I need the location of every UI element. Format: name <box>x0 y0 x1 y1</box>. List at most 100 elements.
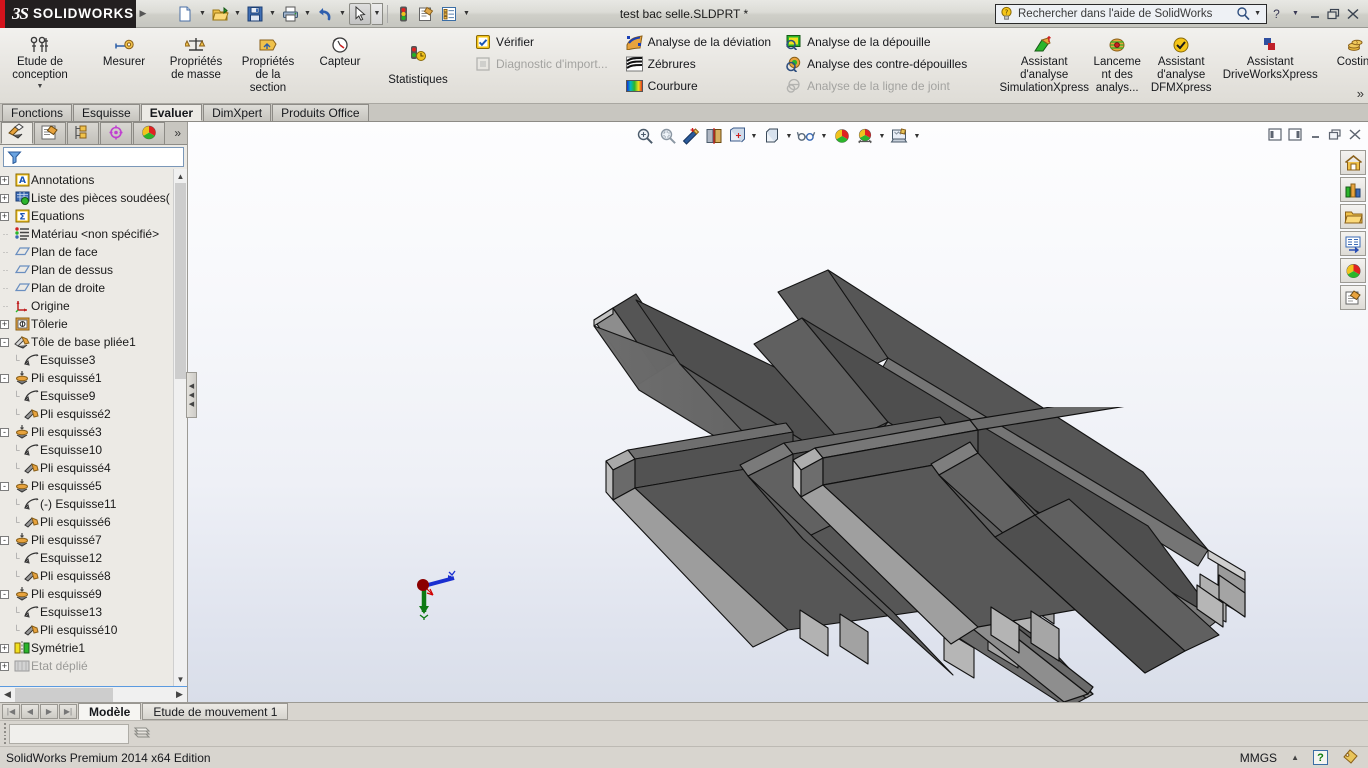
tree-collapse-button[interactable]: - <box>0 481 9 491</box>
help-search-box[interactable]: ? Rechercher dans l'aide de SolidWorks ▼ <box>995 3 1267 24</box>
scroll-down-arrow-icon[interactable]: ▼ <box>174 672 187 686</box>
tree-collapse-button[interactable]: - <box>0 427 9 437</box>
tab-modele[interactable]: Modèle <box>78 703 142 720</box>
save-document-button[interactable] <box>244 3 266 25</box>
zebra-stripes-button[interactable]: Zébrures <box>622 54 775 74</box>
open-document-dropdown[interactable]: ▼ <box>232 3 243 25</box>
panel-splitter-handle[interactable]: ◀ ◀ ◀ <box>186 372 197 418</box>
configuration-select[interactable] <box>9 723 129 744</box>
undo-dropdown[interactable]: ▼ <box>337 3 348 25</box>
minimize-window-button[interactable] <box>1305 4 1324 24</box>
rebuild-button[interactable] <box>392 3 414 25</box>
tree-collapse-button[interactable]: - <box>0 535 9 545</box>
tree-item[interactable]: └ Pli esquissé10 <box>0 621 187 639</box>
tree-item[interactable]: └ Pli esquissé8 <box>0 567 187 585</box>
bac-selle-model[interactable] <box>773 407 1263 702</box>
appearances-scenes-button[interactable] <box>1340 258 1366 283</box>
undercut-analysis-button[interactable]: Analyse des contre-dépouilles <box>781 54 971 74</box>
tree-expand-button[interactable]: + <box>0 319 9 329</box>
sidebar-item-feature-tree[interactable] <box>1 122 33 144</box>
tree-collapse-button[interactable]: - <box>0 373 9 383</box>
tree-item[interactable]: └ Pli esquissé2 <box>0 405 187 423</box>
chevron-down-icon[interactable]: ▼ <box>37 83 44 90</box>
tree-collapse-button[interactable]: - <box>0 337 9 347</box>
tree-item[interactable]: ·· Plan de face <box>0 243 187 261</box>
tree-item[interactable]: └ Pli esquissé6 <box>0 513 187 531</box>
first-tab-button[interactable]: |◀ <box>2 704 20 719</box>
tree-item[interactable]: ·· Matériau <non spécifié> <box>0 225 187 243</box>
dfmxpress-button[interactable]: Assistant d'analyse DFMXpress <box>1147 30 1215 95</box>
tree-horizontal-scrollbar[interactable]: ◀ ▶ <box>0 686 187 702</box>
sidebar-item-configuration-manager[interactable] <box>67 122 99 144</box>
design-library-button[interactable] <box>1340 177 1366 202</box>
tree-item[interactable]: └ Esquisse10 <box>0 441 187 459</box>
tree-item[interactable]: - Pli esquissé9 <box>0 585 187 603</box>
tree-expand-button[interactable]: + <box>0 193 9 203</box>
units-indicator[interactable]: MMGS <box>1240 751 1277 765</box>
restore-window-button[interactable] <box>1324 4 1343 24</box>
tree-expand-button[interactable]: + <box>0 211 9 221</box>
tree-item[interactable]: - Pli esquissé7 <box>0 531 187 549</box>
resources-home-button[interactable] <box>1340 150 1366 175</box>
tree-item[interactable]: - Pli esquissé5 <box>0 477 187 495</box>
graphics-area[interactable]: ▼ ▼ ▼ ▼ ▼ <box>188 122 1368 702</box>
tab-dimxpert[interactable]: DimXpert <box>203 104 272 121</box>
menu-expand-arrow-icon[interactable]: ▶ <box>136 8 150 19</box>
verify-button[interactable]: Vérifier <box>470 32 612 52</box>
draft-analysis-button[interactable]: Analyse de la dépouille <box>781 32 971 52</box>
scroll-right-arrow-icon[interactable]: ▶ <box>172 689 187 700</box>
copy-stack-icon[interactable] <box>133 724 151 744</box>
tree-item[interactable]: + Symétrie1 <box>0 639 187 657</box>
run-analysis-button[interactable]: Lanceme nt des analys... <box>1087 30 1147 95</box>
sensor-button[interactable]: Capteur <box>304 30 376 69</box>
save-document-dropdown[interactable]: ▼ <box>267 3 278 25</box>
section-properties-button[interactable]: Propriétés de la section <box>232 30 304 95</box>
close-window-button[interactable] <box>1343 4 1362 24</box>
tree-item[interactable]: - Pli esquissé1 <box>0 369 187 387</box>
curvature-button[interactable]: Courbure <box>622 76 775 96</box>
tree-collapse-button[interactable]: - <box>0 589 9 599</box>
tree-item[interactable]: + A Annotations <box>0 171 187 189</box>
hscroll-thumb[interactable] <box>15 687 113 702</box>
mass-properties-button[interactable]: Propriétés de masse <box>160 30 232 82</box>
tree-item[interactable]: + Liste des pièces soudées( <box>0 189 187 207</box>
tree-item[interactable]: └ Pli esquissé4 <box>0 459 187 477</box>
tree-vertical-scrollbar[interactable]: ▲ ▼ <box>173 169 187 686</box>
undo-button[interactable] <box>314 3 336 25</box>
driveworksxpress-button[interactable]: Assistant DriveWorksXpress <box>1215 30 1325 82</box>
tag-icon[interactable] <box>1342 748 1358 767</box>
next-tab-button[interactable]: ▶ <box>40 704 58 719</box>
feature-tree[interactable]: ▲ ▼ + A Annotations + Liste des pièces soudé… <box>0 169 187 686</box>
tree-item[interactable]: ·· Plan de droite <box>0 279 187 297</box>
design-study-button[interactable]: Etude de conception ▼ <box>4 30 76 90</box>
last-tab-button[interactable]: ▶| <box>59 704 77 719</box>
sidebar-item-display-manager[interactable] <box>133 122 165 144</box>
ribbon-overflow-button[interactable]: » <box>1357 86 1364 101</box>
solidworks-logo[interactable]: 3S SOLIDWORKS <box>0 0 136 28</box>
tree-item[interactable]: └ Esquisse3 <box>0 351 187 369</box>
tab-evaluer[interactable]: Evaluer <box>140 104 203 121</box>
custom-properties-button[interactable] <box>1340 285 1366 310</box>
sidebar-item-property-manager[interactable] <box>34 122 66 144</box>
tree-item[interactable]: + Tôlerie <box>0 315 187 333</box>
tree-item[interactable]: ·· Plan de dessus <box>0 261 187 279</box>
units-dropdown-arrow-icon[interactable]: ▲ <box>1291 753 1299 762</box>
options-button[interactable] <box>415 3 437 25</box>
search-dropdown-arrow[interactable]: ▼ <box>1252 10 1263 17</box>
open-document-button[interactable] <box>209 3 231 25</box>
tab-esquisse[interactable]: Esquisse <box>73 104 140 121</box>
scroll-thumb[interactable] <box>175 183 186 379</box>
tab-etude-de-mouvement[interactable]: Etude de mouvement 1 <box>142 703 289 720</box>
tree-expand-button[interactable]: + <box>0 175 9 185</box>
search-panel-button[interactable] <box>1340 231 1366 256</box>
sidebar-item-dimxpert-manager[interactable] <box>100 122 132 144</box>
statistics-button[interactable]: Statistiques <box>376 30 460 87</box>
previous-tab-button[interactable]: ◀ <box>21 704 39 719</box>
hscroll-track[interactable] <box>15 687 172 702</box>
config-bar-grip[interactable] <box>2 723 9 744</box>
help-dropdown[interactable]: ▼ <box>1286 4 1305 24</box>
tree-item[interactable]: └ (-) Esquisse11 <box>0 495 187 513</box>
tree-item[interactable]: └ Esquisse13 <box>0 603 187 621</box>
tree-item[interactable]: + Σ Equations <box>0 207 187 225</box>
tree-expand-button[interactable]: + <box>0 643 9 653</box>
